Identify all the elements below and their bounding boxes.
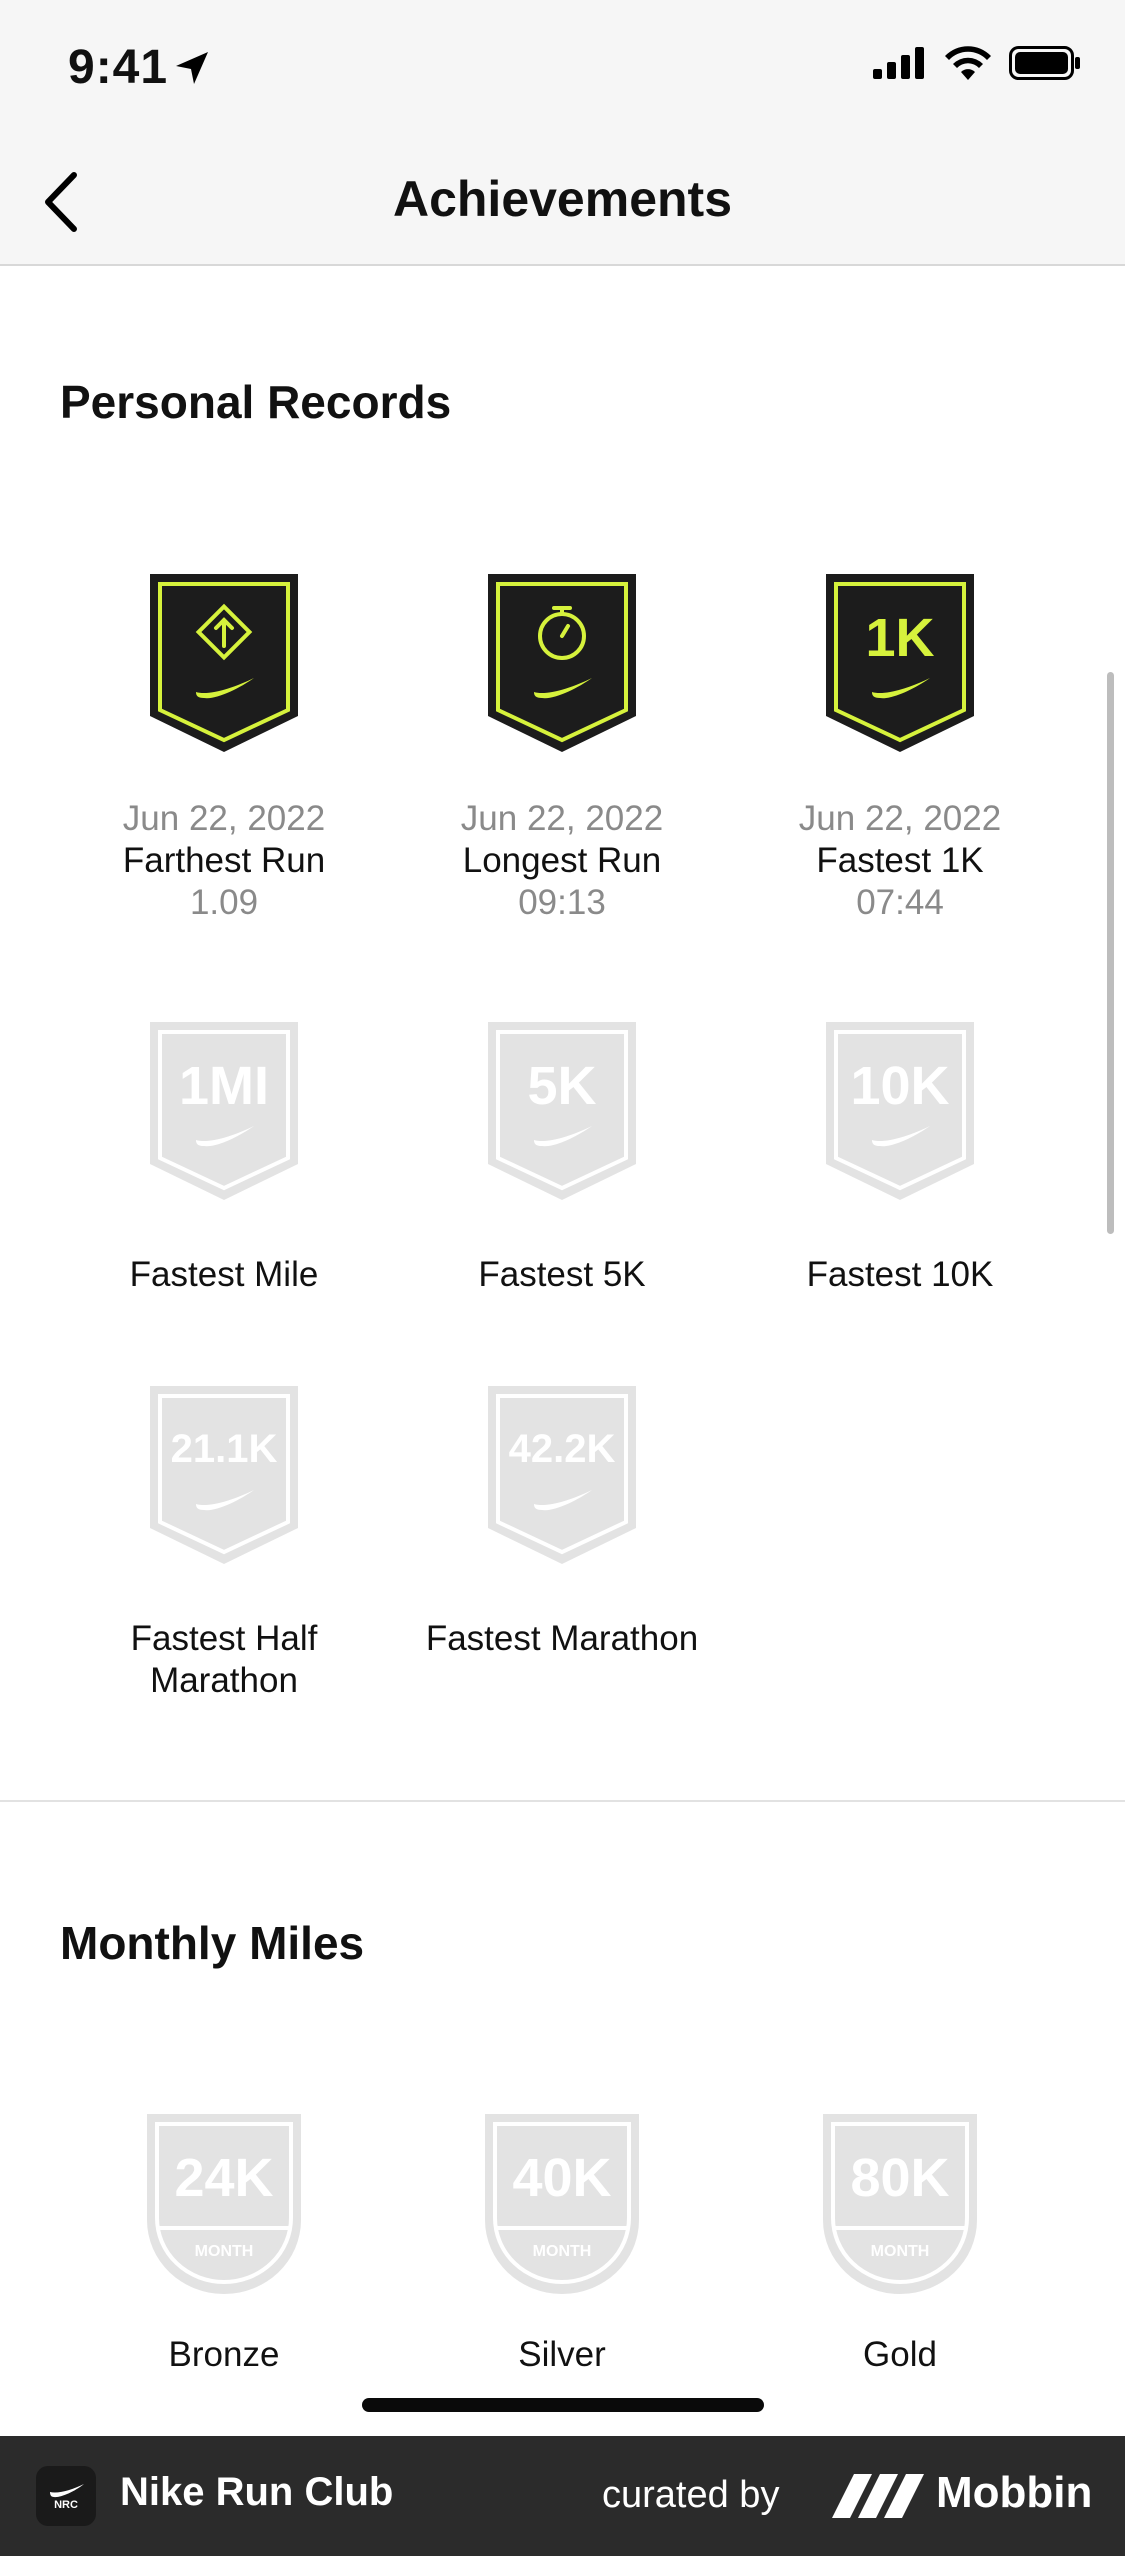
badge-name: Fastest 1K bbox=[816, 841, 984, 880]
section-divider bbox=[0, 1800, 1125, 1802]
home-indicator[interactable] bbox=[362, 2398, 764, 2412]
svg-text:1MI: 1MI bbox=[179, 1056, 269, 1116]
svg-text:21.1K: 21.1K bbox=[171, 1427, 278, 1471]
fastest-10k-badge-icon: 10K bbox=[826, 1022, 974, 1200]
badge-fastest-10k[interactable]: 10K Fastest 10K bbox=[731, 1022, 1069, 1296]
personal-records-title: Personal Records bbox=[60, 376, 452, 428]
page-title: Achievements bbox=[392, 171, 733, 227]
fastest-mile-badge-icon: 1MI bbox=[150, 1022, 298, 1200]
badge-name: Farthest Run bbox=[122, 841, 326, 880]
badge-farthest-run[interactable]: Jun 22, 2022 Farthest Run 1.09 bbox=[55, 574, 393, 924]
badge-name: Fastest Marathon bbox=[425, 1619, 699, 1658]
badge-name: Gold bbox=[863, 2335, 937, 2374]
badge-name: Fastest Mile bbox=[129, 1255, 319, 1294]
svg-text:MONTH: MONTH bbox=[871, 2243, 930, 2260]
monthly-24k-badge-icon: 24K MONTH bbox=[147, 2114, 301, 2294]
mobbin-footer: NRC Nike Run Club curated by Mobbin bbox=[0, 2436, 1125, 2556]
fastest-1k-badge-icon: 1K bbox=[826, 574, 974, 752]
badge-fastest-half-marathon[interactable]: 21.1K Fastest Half Marathon bbox=[55, 1386, 393, 1702]
nrc-logo-icon: NRC bbox=[50, 2484, 84, 2510]
fastest-marathon-badge-icon: 42.2K bbox=[488, 1386, 636, 1564]
svg-text:MONTH: MONTH bbox=[195, 2243, 254, 2260]
badge-bronze[interactable]: 24K MONTH Bronze bbox=[55, 2114, 393, 2376]
badge-date: Jun 22, 2022 bbox=[460, 799, 664, 838]
fastest-5k-badge-icon: 5K bbox=[488, 1022, 636, 1200]
svg-text:42.2K: 42.2K bbox=[509, 1427, 616, 1471]
footer-app-name: Nike Run Club bbox=[120, 2470, 394, 2514]
battery-icon bbox=[1009, 46, 1080, 80]
badge-fastest-marathon[interactable]: 42.2K Fastest Marathon bbox=[393, 1386, 731, 1660]
svg-text:5K: 5K bbox=[527, 1056, 596, 1116]
mobbin-logo-icon bbox=[832, 2474, 924, 2518]
badge-value: 07:44 bbox=[856, 883, 944, 922]
status-bar: 9:41 bbox=[0, 0, 1125, 140]
svg-text:40K: 40K bbox=[512, 2148, 611, 2208]
monthly-40k-badge-icon: 40K MONTH bbox=[485, 2114, 639, 2294]
signal-icon bbox=[873, 47, 924, 79]
badge-name: Longest Run bbox=[462, 841, 662, 880]
badge-name: Bronze bbox=[168, 2335, 280, 2374]
footer-curated-by: curated by bbox=[602, 2474, 780, 2516]
monthly-80k-badge-icon: 80K MONTH bbox=[823, 2114, 977, 2294]
status-icons bbox=[873, 46, 1081, 80]
badge-fastest-5k[interactable]: 5K Fastest 5K bbox=[393, 1022, 731, 1296]
monthly-miles-title: Monthly Miles bbox=[60, 1917, 365, 1969]
badge-name: Fastest 10K bbox=[806, 1255, 994, 1294]
svg-text:80K: 80K bbox=[850, 2148, 949, 2208]
scrollbar[interactable] bbox=[1107, 672, 1114, 1234]
badge-date: Jun 22, 2022 bbox=[122, 799, 326, 838]
footer-mobbin: Mobbin bbox=[936, 2468, 1093, 2517]
badge-silver[interactable]: 40K MONTH Silver bbox=[393, 2114, 731, 2376]
badge-name: Fastest Half Marathon bbox=[130, 1619, 318, 1700]
svg-text:NRC: NRC bbox=[54, 2499, 78, 2510]
badge-gold[interactable]: 80K MONTH Gold bbox=[731, 2114, 1069, 2376]
svg-text:MONTH: MONTH bbox=[533, 2243, 592, 2260]
badge-value: 09:13 bbox=[518, 883, 606, 922]
badge-fastest-mile[interactable]: 1MI Fastest Mile bbox=[55, 1022, 393, 1296]
status-time: 9:41 bbox=[68, 41, 169, 94]
badge-longest-run[interactable]: Jun 22, 2022 Longest Run 09:13 bbox=[393, 574, 731, 924]
badge-date: Jun 22, 2022 bbox=[798, 799, 1002, 838]
svg-text:1K: 1K bbox=[865, 608, 934, 668]
nav-bar: Achievements bbox=[0, 140, 1125, 266]
stopwatch-icon bbox=[488, 574, 636, 752]
svg-text:24K: 24K bbox=[174, 2148, 273, 2208]
badge-value: 1.09 bbox=[189, 883, 259, 922]
fastest-half-marathon-badge-icon: 21.1K bbox=[150, 1386, 298, 1564]
svg-text:10K: 10K bbox=[850, 1056, 949, 1116]
badge-name: Silver bbox=[518, 2335, 606, 2374]
farthest-run-icon bbox=[150, 574, 298, 752]
nrc-logo: NRC bbox=[36, 2466, 96, 2526]
badge-name: Fastest 5K bbox=[478, 1255, 646, 1294]
wifi-icon bbox=[945, 46, 991, 80]
location-arrow-icon bbox=[176, 52, 208, 84]
badge-fastest-1k[interactable]: 1K Jun 22, 2022 Fastest 1K 07:44 bbox=[731, 574, 1069, 924]
